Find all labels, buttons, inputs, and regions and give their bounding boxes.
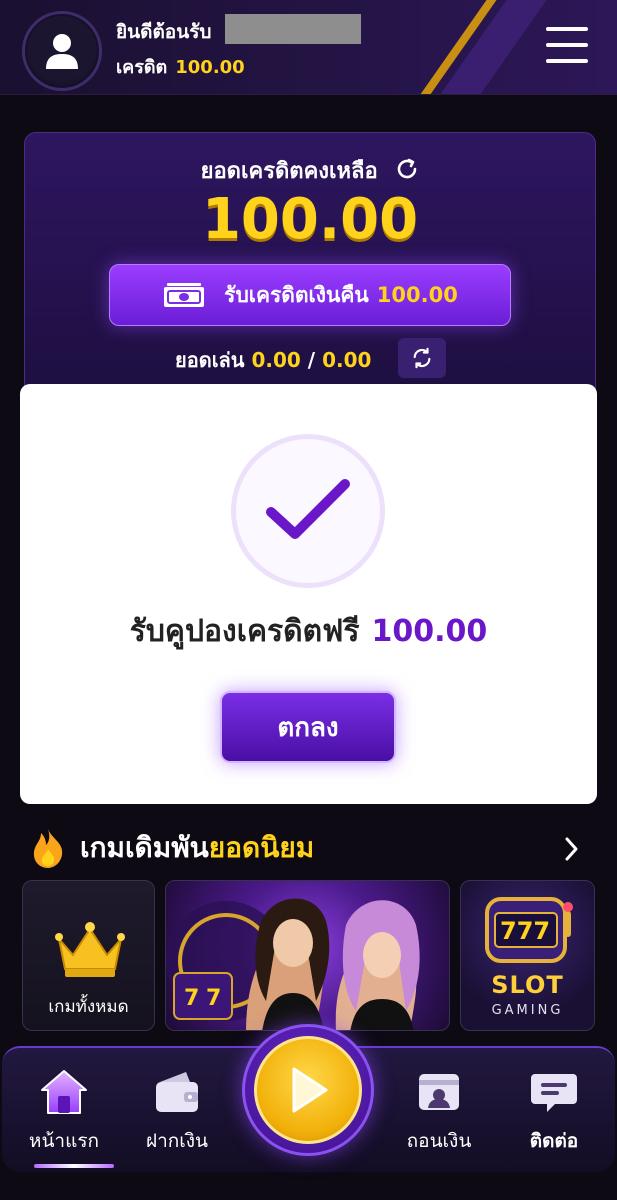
popular-title-plain: เกมเดิมพัน [80, 831, 209, 864]
refresh-icon[interactable] [395, 157, 419, 187]
crown-icon [55, 922, 125, 977]
featured-game-art: 7 7 [166, 898, 420, 1030]
nav-home[interactable]: หน้าแรก [14, 1068, 114, 1168]
nav-withdraw[interactable]: ถอนเงิน [389, 1068, 489, 1156]
turnover-current: 0.00 [251, 348, 301, 372]
nav-contact[interactable]: ติดต่อ [504, 1068, 604, 1156]
user-icon [46, 34, 78, 69]
withdraw-card-icon [419, 1074, 459, 1110]
svg-text:7: 7 [206, 986, 221, 1011]
nav-deposit-label: ฝากเงิน [145, 1130, 209, 1152]
app-header: ยินดีต้อนรับ เครดิต 100.00 [0, 0, 617, 95]
active-tab-indicator [34, 1164, 114, 1168]
balance-title-text: ยอดเครดิตคงเหลือ [200, 159, 378, 184]
check-icon [266, 479, 350, 539]
play-button-inner [254, 1036, 362, 1144]
dialog-amount: 100.00 [371, 614, 488, 649]
dialog-message-text: รับคูปองเครดิตฟรี [129, 614, 360, 649]
turnover-separator: / [307, 348, 316, 372]
play-button[interactable] [242, 1024, 374, 1156]
turnover-refresh-button[interactable] [398, 338, 446, 378]
popular-title-accent: ยอดนิยม [208, 831, 315, 864]
dialog-message: รับคูปองเครดิตฟรี 100.00 [20, 608, 597, 655]
chat-icon [531, 1074, 577, 1112]
slot-gaming-card[interactable]: 777 SLOT GAMING [460, 880, 595, 1031]
cashback-value: 100.00 [376, 282, 458, 307]
balance-amount: 100.00 [201, 187, 419, 252]
success-dialog: รับคูปองเครดิตฟรี 100.00 ตกลง [20, 384, 597, 804]
cash-icon [164, 283, 205, 307]
all-games-label: เกมทั้งหมด [48, 997, 129, 1017]
slot-subtitle: GAMING [491, 1003, 564, 1018]
balance-card: ยอดเครดิตคงเหลือ 100.00 รับเครดิตเงินคืน… [24, 132, 596, 402]
cashback-button[interactable]: รับเครดิตเงินคืน 100.00 [109, 264, 511, 326]
balance-title: ยอดเครดิตคงเหลือ [25, 153, 595, 188]
welcome-text: ยินดีต้อนรับ [116, 21, 212, 43]
wallet-icon [156, 1072, 198, 1112]
avatar[interactable] [22, 11, 102, 91]
nav-contact-label: ติดต่อ [529, 1130, 579, 1152]
nav-withdraw-label: ถอนเงิน [406, 1130, 472, 1152]
credit-label: เครดิต [116, 57, 168, 78]
fire-icon [33, 829, 63, 868]
turnover-label: ยอดเล่น [175, 348, 245, 372]
turnover-line: ยอดเล่น 0.00 / 0.00 [175, 344, 371, 376]
username-redacted [225, 14, 361, 44]
header-credit: เครดิต 100.00 [116, 52, 245, 81]
turnover-target: 0.00 [322, 348, 372, 372]
nav-home-label: หน้าแรก [28, 1130, 100, 1152]
slot-machine-icon: 777 [485, 897, 573, 963]
play-icon [292, 1067, 328, 1113]
credit-value: 100.00 [175, 57, 245, 78]
success-badge [231, 434, 385, 588]
ok-button[interactable]: ตกลง [220, 691, 396, 763]
all-games-card[interactable]: เกมทั้งหมด [22, 880, 155, 1031]
svg-text:777: 777 [500, 917, 550, 945]
cashback-label: รับเครดิตเงินคืน [224, 282, 369, 307]
nav-deposit[interactable]: ฝากเงิน [127, 1068, 227, 1156]
refresh-icon [413, 347, 431, 369]
svg-text:7: 7 [184, 986, 199, 1011]
home-icon [41, 1070, 87, 1114]
chevron-right-icon[interactable] [561, 836, 581, 866]
featured-game-banner[interactable]: 7 7 [165, 880, 450, 1031]
popular-games-title: เกมเดิมพันยอดนิยม [30, 826, 314, 870]
header-decor-stripe [422, 0, 554, 94]
hamburger-menu-icon[interactable] [546, 27, 588, 63]
slot-title: SLOT [491, 971, 564, 999]
